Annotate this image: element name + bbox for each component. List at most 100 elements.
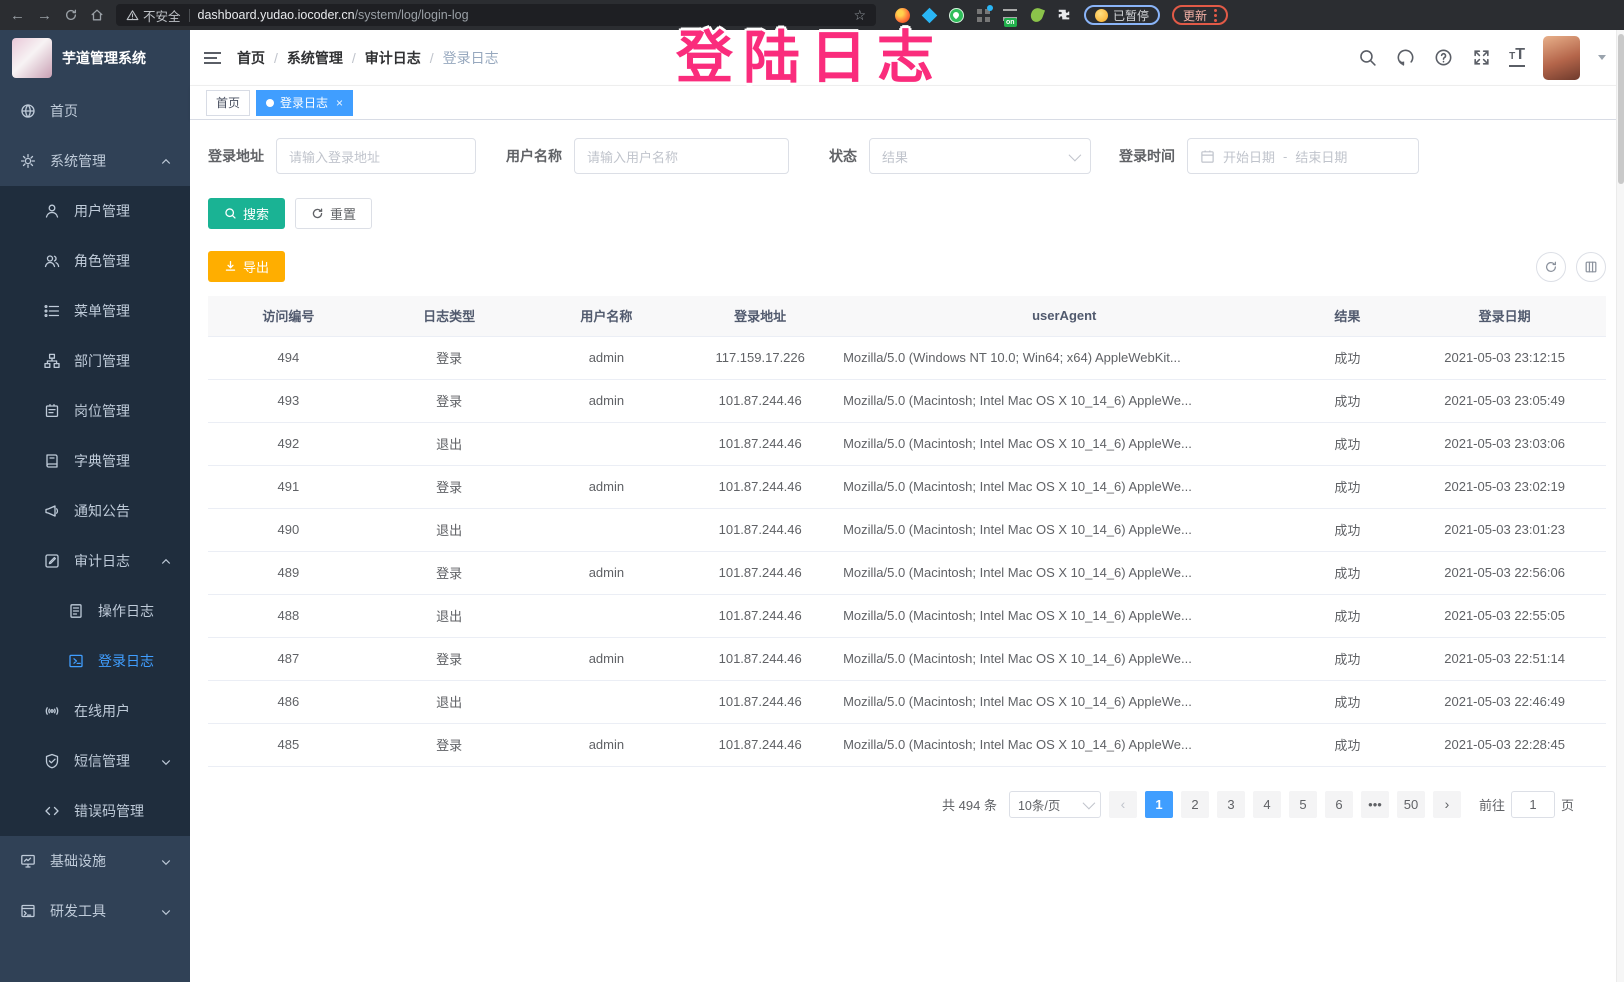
table-cell: 登录 [369, 551, 530, 594]
sidebar-item-13[interactable]: 短信管理 [0, 736, 190, 786]
reset-button-label: 重置 [330, 204, 356, 223]
sidebar-item-15[interactable]: 基础设施 [0, 836, 190, 886]
table-cell: 485 [208, 723, 369, 766]
tag-login-log-label: 登录日志 [280, 94, 328, 111]
sidebar-item-6[interactable]: 岗位管理 [0, 386, 190, 436]
sidebar-item-16[interactable]: 研发工具 [0, 886, 190, 936]
list-extension-icon[interactable]: on [1002, 7, 1018, 23]
paused-profile-badge[interactable]: 已暂停 [1084, 5, 1160, 25]
table-cell: 2021-05-03 22:56:06 [1403, 551, 1606, 594]
font-size-icon[interactable]: TT [1509, 48, 1525, 67]
browser-menu-icon[interactable] [1214, 9, 1217, 22]
back-icon[interactable]: ← [10, 8, 25, 23]
tag-login-log[interactable]: 登录日志 × [256, 90, 353, 116]
breadcrumb-separator: / [274, 50, 278, 66]
status-select[interactable]: 结果 [869, 138, 1091, 174]
page-button-5[interactable]: 5 [1289, 791, 1317, 818]
table-cell: 101.87.244.46 [683, 594, 837, 637]
breadcrumb-home[interactable]: 首页 [237, 48, 265, 68]
sidebar-item-0[interactable]: 首页 [0, 86, 190, 136]
update-button[interactable]: 更新 [1172, 5, 1228, 25]
search-icon[interactable] [1357, 48, 1377, 68]
column-settings-button[interactable] [1576, 252, 1606, 282]
forward-icon[interactable]: → [37, 8, 52, 23]
sidebar-item-3[interactable]: 角色管理 [0, 236, 190, 286]
breadcrumb-audit[interactable]: 审计日志 [365, 48, 421, 68]
browser-scrollbar[interactable] [1616, 30, 1624, 982]
page-button-1[interactable]: 1 [1145, 791, 1173, 818]
page-button-6[interactable]: 6 [1325, 791, 1353, 818]
tag-home[interactable]: 首页 [206, 90, 250, 116]
sidebar-item-1[interactable]: 系统管理 [0, 136, 190, 186]
home-icon[interactable] [90, 8, 104, 22]
top-header: 首页 / 系统管理 / 审计日志 / 登录日志 [190, 30, 1624, 86]
sidebar-item-9[interactable]: 审计日志 [0, 536, 190, 586]
sidebar-item-4[interactable]: 菜单管理 [0, 286, 190, 336]
page-button-4[interactable]: 4 [1253, 791, 1281, 818]
chevron-up-icon [160, 155, 172, 167]
fullscreen-icon[interactable] [1471, 48, 1491, 68]
chevron-up-icon [160, 555, 172, 567]
table-row: 489登录admin101.87.244.46Mozilla/5.0 (Maci… [208, 551, 1606, 594]
not-secure-warning[interactable]: 不安全 [126, 6, 181, 25]
sidebar-item-12[interactable]: 在线用户 [0, 686, 190, 736]
page-button-2[interactable]: 2 [1181, 791, 1209, 818]
table-cell: 成功 [1291, 379, 1403, 422]
page-size-select[interactable]: 10条/页 [1009, 791, 1101, 818]
date-start-placeholder: 开始日期 [1223, 147, 1275, 166]
app-logo-row[interactable]: 芋道管理系统 [0, 30, 190, 86]
page-button-3[interactable]: 3 [1217, 791, 1245, 818]
table-row: 492退出101.87.244.46Mozilla/5.0 (Macintosh… [208, 422, 1606, 465]
tag-close-icon[interactable]: × [336, 96, 343, 110]
sidebar-item-8[interactable]: 通知公告 [0, 486, 190, 536]
sidebar-item-11[interactable]: 登录日志 [0, 636, 190, 686]
chevron-down-icon [1083, 796, 1096, 809]
next-page-button[interactable]: › [1433, 791, 1461, 818]
sidebar-item-14[interactable]: 错误码管理 [0, 786, 190, 836]
date-range-picker[interactable]: 开始日期 - 结束日期 [1187, 138, 1419, 174]
orange-circle-extension-icon[interactable] [894, 7, 910, 23]
avatar-caret-icon[interactable] [1598, 55, 1606, 60]
leaf-extension-icon[interactable] [1029, 7, 1045, 23]
scrollbar-thumb[interactable] [1618, 34, 1624, 184]
table-row: 485登录admin101.87.244.46Mozilla/5.0 (Maci… [208, 723, 1606, 766]
address-bar[interactable]: 不安全 dashboard.yudao.iocoder.cn/system/lo… [116, 4, 876, 26]
table-cell: 登录 [369, 637, 530, 680]
puzzle-extensions-icon[interactable] [1056, 7, 1072, 23]
page-button-50[interactable]: 50 [1397, 791, 1425, 818]
pagination: 共 494 条 10条/页 ‹ 123456•••50 › 前往 1 页 [208, 791, 1614, 818]
sidebar-toggle-icon[interactable] [204, 52, 221, 64]
search-button[interactable]: 搜索 [208, 198, 285, 229]
reset-button[interactable]: 重置 [295, 198, 372, 229]
table-cell: 退出 [369, 594, 530, 637]
refresh-table-button[interactable] [1536, 252, 1566, 282]
reload-icon[interactable] [64, 8, 78, 22]
sidebar-item-5[interactable]: 部门管理 [0, 336, 190, 386]
pager-more-button[interactable]: ••• [1361, 791, 1389, 818]
blue-diamond-extension-icon[interactable] [921, 7, 937, 23]
login-address-input[interactable]: 请输入登录地址 [276, 138, 476, 174]
extension-row: on [894, 7, 1072, 23]
sidebar-item-10[interactable]: 操作日志 [0, 586, 190, 636]
username-input[interactable]: 请输入用户名称 [574, 138, 789, 174]
prev-page-button[interactable]: ‹ [1109, 791, 1137, 818]
export-button[interactable]: 导出 [208, 251, 285, 282]
sidebar-item-label: 菜单管理 [74, 301, 130, 321]
bookmark-star-icon[interactable]: ☆ [853, 7, 866, 24]
help-icon[interactable] [1433, 48, 1453, 68]
page-content: 登录地址 请输入登录地址 用户名称 请输入用户名称 状态 结果 登录时间 开始日… [190, 120, 1624, 982]
green-circle-extension-icon[interactable] [948, 7, 964, 23]
table-cell: 成功 [1291, 637, 1403, 680]
user-avatar[interactable] [1543, 36, 1580, 80]
table-cell: 成功 [1291, 680, 1403, 723]
sidebar-item-2[interactable]: 用户管理 [0, 186, 190, 236]
grid-extension-icon[interactable] [975, 7, 991, 23]
table-cell: Mozilla/5.0 (Macintosh; Intel Mac OS X 1… [837, 637, 1291, 680]
username-placeholder: 请输入用户名称 [587, 147, 678, 166]
github-icon[interactable] [1395, 48, 1415, 68]
breadcrumb-system[interactable]: 系统管理 [287, 48, 343, 68]
date-end-placeholder: 结束日期 [1295, 147, 1347, 166]
update-label: 更新 [1183, 7, 1207, 24]
sidebar-item-7[interactable]: 字典管理 [0, 436, 190, 486]
goto-page-input[interactable]: 1 [1511, 791, 1555, 818]
